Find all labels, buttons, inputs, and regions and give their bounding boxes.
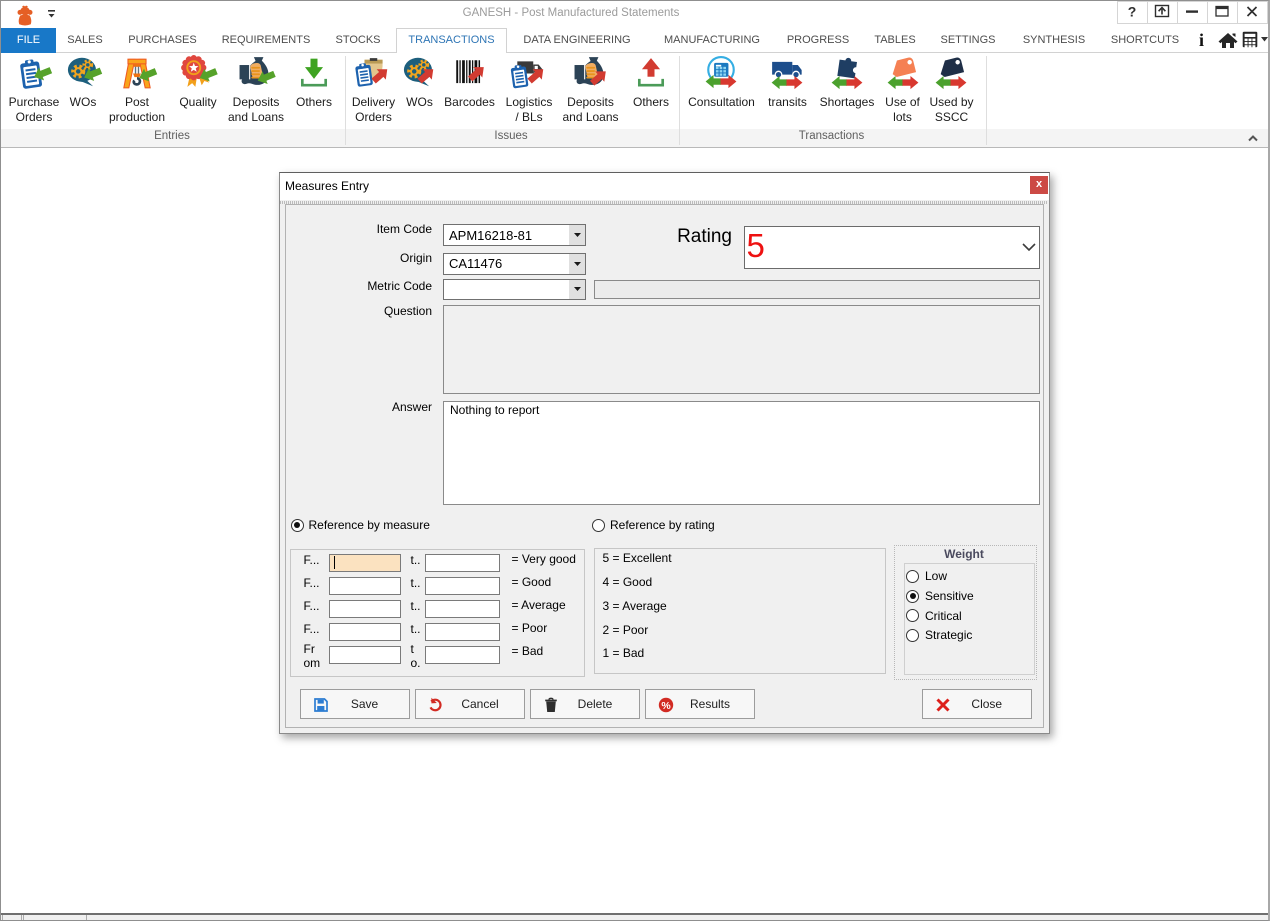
- svg-text:?: ?: [1128, 4, 1137, 20]
